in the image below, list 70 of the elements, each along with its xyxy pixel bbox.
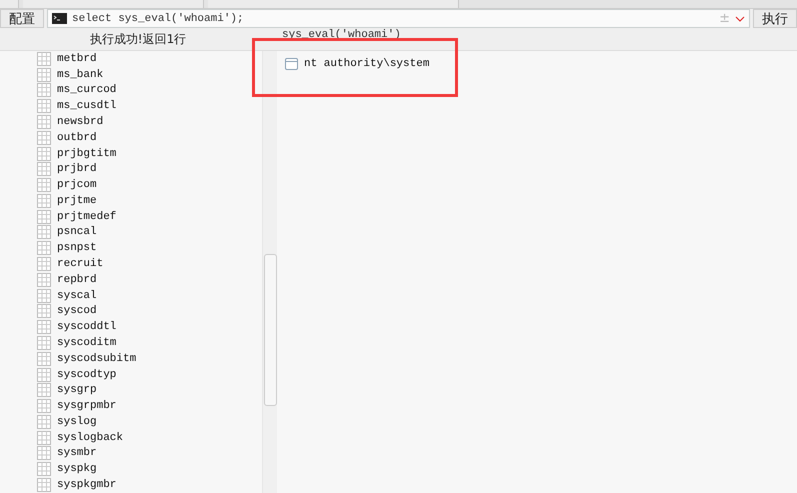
- window-icon: [285, 58, 298, 70]
- table-icon: [37, 257, 51, 272]
- scrollbar[interactable]: [262, 51, 277, 493]
- table-icon: [37, 210, 51, 224]
- table-item[interactable]: syscodsubitm: [0, 350, 262, 367]
- column-header: sys_eval('whoami'): [281, 30, 401, 43]
- tab[interactable]: [23, 0, 204, 8]
- table-item[interactable]: prjbgtitm: [0, 146, 262, 162]
- query-field[interactable]: select sys_eval('whoami'); ±: [47, 9, 750, 28]
- table-icon: [37, 320, 51, 334]
- table-icon: [37, 430, 51, 445]
- table-item[interactable]: syscal: [0, 288, 262, 304]
- table-item[interactable]: ms_curcod: [0, 82, 262, 98]
- table-item[interactable]: repbrd: [0, 272, 262, 288]
- chevron-down-icon[interactable]: [735, 16, 745, 22]
- table-icon: [37, 352, 51, 366]
- run-button[interactable]: 执行: [753, 9, 797, 28]
- table-item[interactable]: ms_bank: [0, 66, 262, 83]
- table-item[interactable]: prjtme: [0, 193, 262, 209]
- table-icon: [37, 130, 51, 145]
- table-icon: [37, 68, 51, 82]
- table-icon: [37, 99, 51, 114]
- table-icon: [37, 115, 51, 130]
- table-item[interactable]: syscoddtl: [0, 319, 262, 336]
- tab[interactable]: [208, 0, 459, 8]
- table-item[interactable]: prjtmedef: [0, 208, 262, 225]
- terminal-icon: [52, 13, 67, 24]
- table-icon: [37, 383, 51, 398]
- table-icon: [37, 399, 51, 414]
- table-icon: [37, 288, 51, 303]
- table-icon: [37, 225, 51, 240]
- table-item[interactable]: metbrd: [0, 51, 262, 67]
- table-icon: [37, 162, 51, 176]
- table-icon: [37, 414, 51, 429]
- config-button[interactable]: 配置: [0, 9, 44, 28]
- tab[interactable]: [0, 0, 19, 8]
- table-item[interactable]: syspkgmbr: [0, 477, 262, 493]
- table-item[interactable]: sysmbr: [0, 446, 262, 462]
- table-item[interactable]: prjcom: [0, 177, 262, 194]
- table-item[interactable]: psnpst: [0, 240, 262, 256]
- table-icon: [37, 462, 51, 476]
- table-icon: [37, 178, 51, 192]
- table-icon: [37, 272, 51, 287]
- table-item[interactable]: sysgrp: [0, 382, 262, 398]
- table-icon: [37, 304, 51, 318]
- table-icon: [37, 83, 51, 98]
- table-item[interactable]: psncal: [0, 224, 262, 240]
- table-item[interactable]: prjbrd: [0, 161, 262, 178]
- table-item[interactable]: ms_cusdtl: [0, 98, 262, 114]
- table-icon: [37, 146, 51, 161]
- table-item[interactable]: syscod: [0, 304, 262, 320]
- table-icon: [37, 446, 51, 460]
- table-item[interactable]: syscodtyp: [0, 366, 262, 382]
- table-icon: [37, 52, 51, 66]
- table-item[interactable]: outbrd: [0, 130, 262, 146]
- table-icon: [37, 478, 51, 492]
- table-item[interactable]: syscoditm: [0, 335, 262, 351]
- table-item[interactable]: syslogback: [0, 430, 262, 446]
- table-item[interactable]: syspkg: [0, 461, 262, 478]
- table-icon: [37, 241, 51, 256]
- table-icon: [37, 194, 51, 208]
- table-icon: [37, 336, 51, 350]
- table-item[interactable]: syslog: [0, 414, 262, 430]
- table-item[interactable]: sysgrpmbr: [0, 398, 262, 414]
- table-icon: [37, 368, 51, 382]
- result-cell: nt authority\system: [304, 58, 430, 70]
- status-text: 执行成功!返回1行: [88, 31, 188, 48]
- table-item[interactable]: recruit: [0, 256, 262, 272]
- table-item[interactable]: newsbrd: [0, 114, 262, 130]
- query-text: select sys_eval('whoami');: [72, 12, 245, 24]
